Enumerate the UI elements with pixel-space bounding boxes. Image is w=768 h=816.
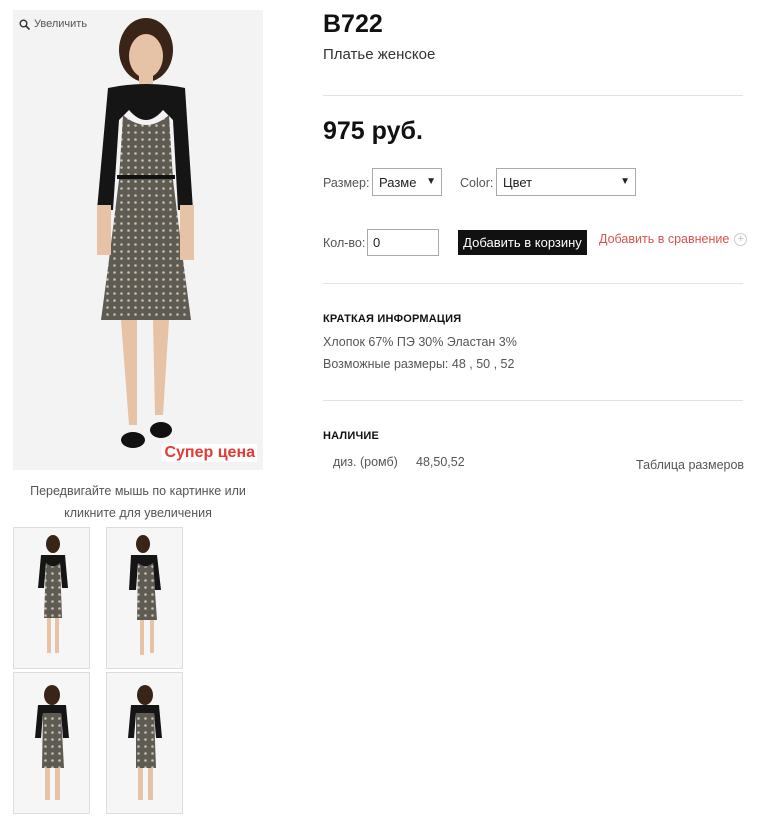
color-select-value: Цвет [503, 175, 533, 190]
super-price-badge: Супер цена [162, 444, 257, 462]
divider [323, 95, 743, 96]
divider [323, 283, 743, 284]
zoom-hint-line2: кликните для увеличения [64, 506, 212, 520]
thumbnail-front[interactable] [13, 527, 90, 669]
add-to-cart-button[interactable]: Добавить в корзину [458, 230, 587, 255]
thumbnail-back[interactable] [13, 672, 90, 814]
size-select-value: Разме [379, 175, 417, 190]
size-select[interactable]: Разме ▼ [372, 168, 442, 196]
product-code: B722 [323, 10, 383, 38]
thumbnail-back-alt[interactable] [106, 672, 183, 814]
zoom-hint-line1: Передвигайте мышь по картинке или [30, 484, 246, 498]
composition-text: Хлопок 67% ПЭ 30% Эластан 3% [323, 335, 517, 349]
magnifier-icon [19, 19, 30, 30]
divider [323, 400, 743, 401]
dropdown-arrow-icon: ▼ [620, 176, 630, 187]
zoom-hint: Передвигайте мышь по картинке или кликни… [13, 480, 263, 524]
thumbnail-image [129, 535, 161, 655]
dropdown-arrow-icon: ▼ [426, 176, 436, 187]
zoom-link[interactable]: Увеличить [19, 18, 87, 30]
add-to-compare-link[interactable]: Добавить в сравнение + [599, 232, 748, 246]
product-price: 975 руб. [323, 117, 423, 145]
availability-variant: диз. (ромб) [333, 455, 398, 469]
main-product-photo[interactable]: Увеличить Супер цена [13, 10, 263, 470]
thumbnail-side[interactable] [106, 527, 183, 669]
add-to-compare-label: Добавить в сравнение [599, 232, 730, 246]
zoom-label: Увеличить [34, 18, 88, 30]
size-label: Размер: [323, 176, 370, 190]
availability-sizes: 48,50,52 [416, 455, 465, 469]
brief-info-heading: КРАТКАЯ ИНФОРМАЦИЯ [323, 313, 462, 325]
product-name: Платье женское [323, 46, 436, 63]
thumbnail-image [35, 685, 69, 800]
quantity-label: Кол-во: [323, 236, 366, 250]
thumbnail-image [38, 535, 68, 653]
thumbnail-image [128, 685, 162, 800]
dress-model-image [97, 18, 194, 448]
size-table-link[interactable]: Таблица размеров [636, 458, 744, 472]
color-label: Color: [460, 176, 494, 190]
available-sizes-text: Возможные размеры: 48 , 50 , 52 [323, 357, 515, 371]
plus-circle-icon: + [734, 232, 748, 246]
availability-heading: НАЛИЧИЕ [323, 430, 380, 442]
quantity-input[interactable]: 0 [367, 229, 439, 256]
color-select[interactable]: Цвет ▼ [496, 168, 636, 196]
